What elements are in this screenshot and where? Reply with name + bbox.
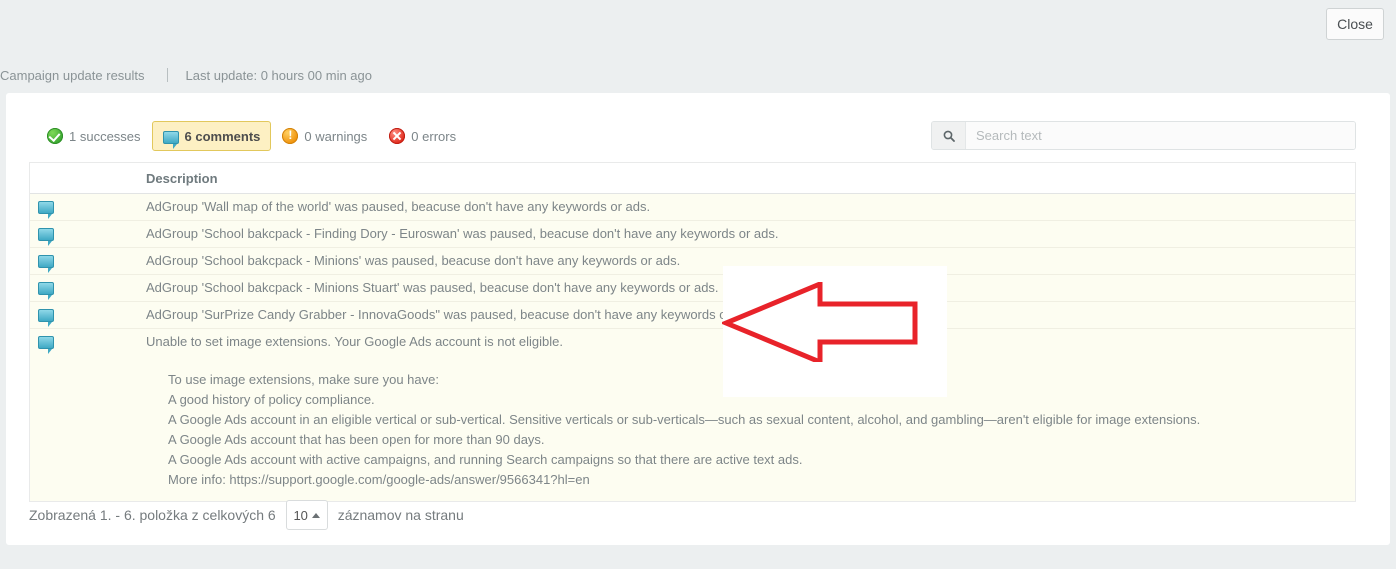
comment-icon: [38, 282, 54, 300]
detail-line: A Google Ads account with active campaig…: [168, 452, 803, 467]
last-update-text: Last update: 0 hours 00 min ago: [185, 67, 372, 83]
row-icon-cell: [30, 221, 146, 246]
pagination: Zobrazená 1. - 6. položka z celkových 6 …: [29, 500, 464, 530]
table-header-row: Description: [30, 163, 1355, 194]
filter-comments-label: 6 comments: [184, 128, 261, 144]
table-row[interactable]: AdGroup 'SurPrize Candy Grabber - Innova…: [30, 302, 1355, 329]
comment-icon: [38, 309, 54, 327]
status-filter-group: 1 successes 6 comments 0 warnings 0 erro…: [36, 121, 467, 151]
detail-line: A Google Ads account that has been open …: [168, 432, 545, 447]
detail-line: To use image extensions, make sure you h…: [168, 372, 439, 387]
screen-root: Close Campaign update results Last updat…: [0, 0, 1396, 569]
search-button[interactable]: [932, 122, 966, 149]
success-icon: [47, 128, 63, 144]
row-icon-cell: [30, 194, 146, 219]
row-description: AdGroup 'Wall map of the world' was paus…: [146, 199, 651, 214]
row-detail-block: To use image extensions, make sure you h…: [146, 370, 1355, 490]
search-input[interactable]: [966, 122, 1355, 149]
breadcrumb-separator: [166, 68, 168, 82]
table-row[interactable]: AdGroup 'School bakcpack - Minions Stuar…: [30, 275, 1355, 302]
breadcrumb-title: Campaign update results: [0, 67, 145, 83]
row-description: AdGroup 'School bakcpack - Finding Dory …: [146, 226, 779, 241]
warning-icon: [282, 127, 299, 144]
breadcrumb: Campaign update results Last update: 0 h…: [0, 66, 372, 84]
table-row[interactable]: AdGroup 'School bakcpack - Minions' was …: [30, 248, 1355, 275]
search-icon: [943, 130, 955, 142]
filter-successes-label: 1 successes: [69, 128, 141, 144]
top-bar: Close Campaign update results Last updat…: [0, 0, 1396, 93]
table-header-description: Description: [146, 170, 218, 186]
row-icon-cell: [30, 329, 146, 354]
comment-icon: [38, 201, 54, 219]
chevron-up-icon: [311, 512, 320, 518]
table-row[interactable]: AdGroup 'Wall map of the world' was paus…: [30, 194, 1355, 221]
row-description-expanded: Unable to set image extensions. Your Goo…: [146, 329, 1355, 495]
comment-icon: [38, 336, 54, 354]
pagination-suffix: záznamov na stranu: [337, 507, 464, 523]
filter-warnings-label: 0 warnings: [304, 128, 368, 144]
table-row[interactable]: AdGroup 'School bakcpack - Finding Dory …: [30, 221, 1355, 248]
filter-errors-label: 0 errors: [411, 128, 457, 144]
pagination-summary: Zobrazená 1. - 6. položka z celkových 6: [29, 507, 276, 523]
row-icon-cell: [30, 275, 146, 300]
row-icon-cell: [30, 248, 146, 273]
comment-icon: [162, 130, 179, 149]
comment-icon: [38, 228, 54, 246]
row-icon-cell: [30, 302, 146, 327]
row-description: AdGroup 'SurPrize Candy Grabber - Innova…: [146, 307, 759, 322]
comment-icon: [38, 255, 54, 273]
search-box: [931, 121, 1356, 150]
error-icon: [389, 128, 406, 144]
filter-warnings[interactable]: 0 warnings: [271, 121, 378, 151]
page-size-select[interactable]: 10: [285, 500, 328, 530]
row-description: AdGroup 'School bakcpack - Minions' was …: [146, 253, 681, 268]
page-size-value: 10: [293, 507, 308, 523]
table-row[interactable]: Unable to set image extensions. Your Goo…: [30, 329, 1355, 502]
results-table: Description AdGroup 'Wall map of the wor…: [29, 162, 1356, 502]
row-description: Unable to set image extensions. Your Goo…: [146, 334, 563, 349]
filter-errors[interactable]: 0 errors: [378, 121, 467, 151]
row-description: AdGroup 'School bakcpack - Minions Stuar…: [146, 280, 719, 295]
close-button[interactable]: Close: [1326, 8, 1384, 40]
filter-comments[interactable]: 6 comments: [151, 121, 272, 151]
detail-line: A good history of policy compliance.: [168, 392, 375, 407]
detail-line: A Google Ads account in an eligible vert…: [168, 412, 1201, 427]
detail-line-more-info: More info: https://support.google.com/go…: [168, 472, 590, 487]
filter-successes[interactable]: 1 successes: [36, 121, 152, 151]
